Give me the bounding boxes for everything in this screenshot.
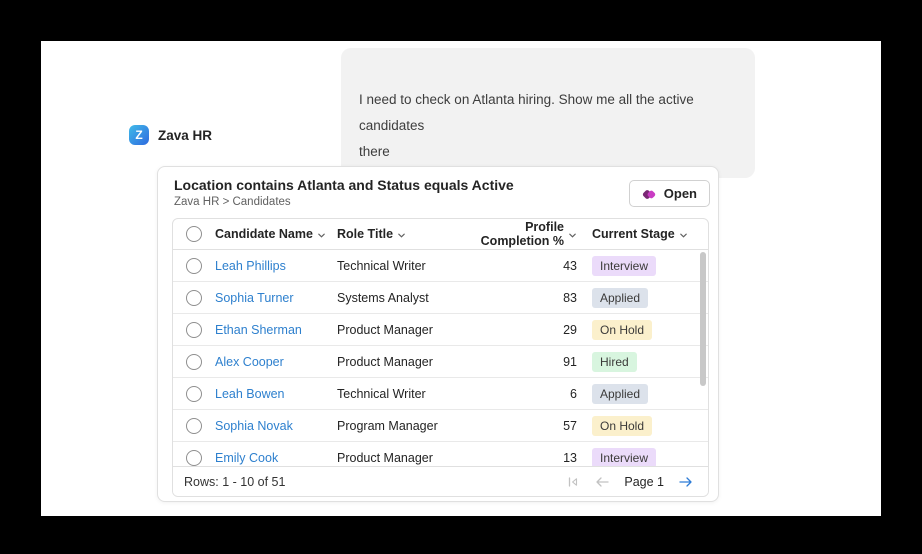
- completion-cell: 6: [457, 387, 577, 401]
- card-title: Location contains Atlanta and Status equ…: [174, 177, 514, 193]
- breadcrumb: Zava HR > Candidates: [174, 196, 291, 208]
- stage-badge: Applied: [592, 384, 648, 404]
- row-checkbox[interactable]: [186, 354, 202, 370]
- table-row[interactable]: Sophia Turner Systems Analyst 83 Applied: [173, 282, 708, 314]
- power-apps-icon: [642, 187, 657, 202]
- table-row[interactable]: Leah Phillips Technical Writer 43 Interv…: [173, 250, 708, 282]
- chevron-down-icon: [317, 231, 326, 240]
- table-footer: Rows: 1 - 10 of 51 Page 1: [173, 466, 708, 496]
- table-body: Leah Phillips Technical Writer 43 Interv…: [173, 250, 708, 466]
- chevron-down-icon: [679, 231, 688, 240]
- candidates-table: Candidate Name Role Title Profile Comple…: [172, 218, 709, 497]
- row-checkbox[interactable]: [186, 386, 202, 402]
- open-button-label: Open: [664, 186, 697, 201]
- row-checkbox[interactable]: [186, 322, 202, 338]
- column-header-profile-completion[interactable]: Profile Completion %: [457, 220, 577, 248]
- completion-cell: 83: [457, 291, 577, 305]
- role-title-cell: Systems Analyst: [337, 291, 457, 305]
- role-title-cell: Program Manager: [337, 419, 457, 433]
- first-page-button[interactable]: [566, 475, 580, 489]
- table-scrollbar-thumb[interactable]: [700, 252, 706, 386]
- stage-badge: Hired: [592, 352, 637, 372]
- select-all-checkbox[interactable]: [186, 226, 202, 242]
- bot-name: Zava HR: [158, 128, 212, 143]
- bot-header: Z Zava HR: [129, 125, 212, 145]
- table-row[interactable]: Sophia Novak Program Manager 57 On Hold: [173, 410, 708, 442]
- column-header-role-title[interactable]: Role Title: [337, 227, 457, 241]
- stage-badge: Interview: [592, 256, 656, 276]
- table-row[interactable]: Ethan Sherman Product Manager 29 On Hold: [173, 314, 708, 346]
- user-message-text: I need to check on Atlanta hiring. Show …: [359, 92, 694, 159]
- candidate-name-link[interactable]: Alex Cooper: [215, 355, 284, 369]
- role-title-cell: Product Manager: [337, 451, 457, 465]
- chevron-down-icon: [397, 231, 406, 240]
- completion-cell: 57: [457, 419, 577, 433]
- zava-hr-avatar: Z: [129, 125, 149, 145]
- row-checkbox[interactable]: [186, 418, 202, 434]
- chat-panel: I need to check on Atlanta hiring. Show …: [41, 41, 881, 516]
- candidate-name-link[interactable]: Ethan Sherman: [215, 323, 302, 337]
- table-row[interactable]: Alex Cooper Product Manager 91 Hired: [173, 346, 708, 378]
- candidate-name-link[interactable]: Sophia Novak: [215, 419, 293, 433]
- open-button[interactable]: Open: [629, 180, 710, 207]
- pagination: Page 1: [566, 475, 694, 489]
- table-header-row: Candidate Name Role Title Profile Comple…: [173, 219, 708, 250]
- avatar-letter: Z: [135, 128, 142, 142]
- previous-page-button[interactable]: [594, 476, 610, 488]
- stage-badge: On Hold: [592, 416, 652, 436]
- role-title-cell: Technical Writer: [337, 259, 457, 273]
- row-checkbox[interactable]: [186, 290, 202, 306]
- candidate-name-link[interactable]: Emily Cook: [215, 451, 278, 465]
- column-header-candidate-name[interactable]: Candidate Name: [215, 227, 337, 241]
- user-message-bubble: I need to check on Atlanta hiring. Show …: [341, 48, 755, 178]
- role-title-cell: Technical Writer: [337, 387, 457, 401]
- completion-cell: 91: [457, 355, 577, 369]
- page-label: Page 1: [624, 475, 664, 489]
- row-checkbox[interactable]: [186, 258, 202, 274]
- next-page-button[interactable]: [678, 476, 694, 488]
- rows-count-label: Rows: 1 - 10 of 51: [184, 475, 285, 489]
- candidate-name-link[interactable]: Leah Phillips: [215, 259, 286, 273]
- results-card: Location contains Atlanta and Status equ…: [157, 166, 719, 502]
- completion-cell: 13: [457, 451, 577, 465]
- role-title-cell: Product Manager: [337, 355, 457, 369]
- chevron-down-icon: [568, 231, 577, 240]
- table-row[interactable]: Emily Cook Product Manager 13 Interview: [173, 442, 708, 466]
- completion-cell: 29: [457, 323, 577, 337]
- completion-cell: 43: [457, 259, 577, 273]
- table-row[interactable]: Leah Bowen Technical Writer 6 Applied: [173, 378, 708, 410]
- stage-badge: On Hold: [592, 320, 652, 340]
- role-title-cell: Product Manager: [337, 323, 457, 337]
- stage-badge: Interview: [592, 448, 656, 467]
- row-checkbox[interactable]: [186, 450, 202, 466]
- column-header-current-stage[interactable]: Current Stage: [577, 227, 708, 241]
- stage-badge: Applied: [592, 288, 648, 308]
- candidate-name-link[interactable]: Leah Bowen: [215, 387, 285, 401]
- candidate-name-link[interactable]: Sophia Turner: [215, 291, 294, 305]
